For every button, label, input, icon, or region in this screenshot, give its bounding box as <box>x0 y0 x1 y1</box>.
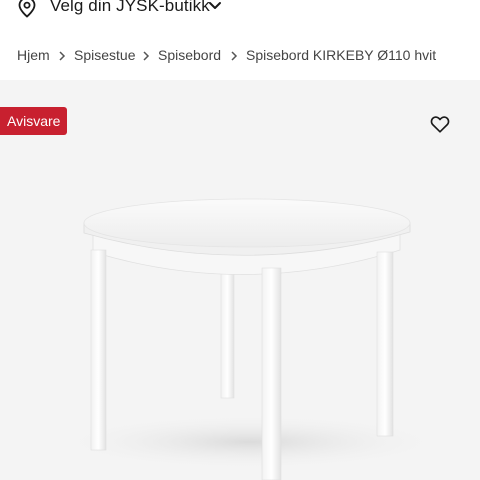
breadcrumb-spisebord[interactable]: Spisebord <box>158 47 221 64</box>
promo-badge: Avisvare <box>0 107 68 135</box>
heart-outline-icon[interactable] <box>429 113 451 135</box>
breadcrumb-current: Spisebord KIRKEBY Ø110 hvit <box>246 47 437 63</box>
location-pin-icon <box>18 0 36 18</box>
chevron-right-icon <box>231 51 238 61</box>
chevron-down-icon <box>209 2 221 9</box>
store-selector-label: Velg din JYSK-butikk <box>50 0 210 15</box>
breadcrumb-home[interactable]: Hjem <box>17 47 50 64</box>
product-image-area: Avisvare <box>0 80 480 480</box>
chevron-right-icon <box>59 51 66 61</box>
chevron-right-icon <box>143 51 150 61</box>
store-selector[interactable]: Velg din JYSK-butikk <box>0 0 480 20</box>
breadcrumb: Hjem Spisestue Spisebord Spisebord KIRKE… <box>0 36 480 74</box>
product-image[interactable] <box>0 80 480 480</box>
breadcrumb-spisestue[interactable]: Spisestue <box>74 47 135 64</box>
